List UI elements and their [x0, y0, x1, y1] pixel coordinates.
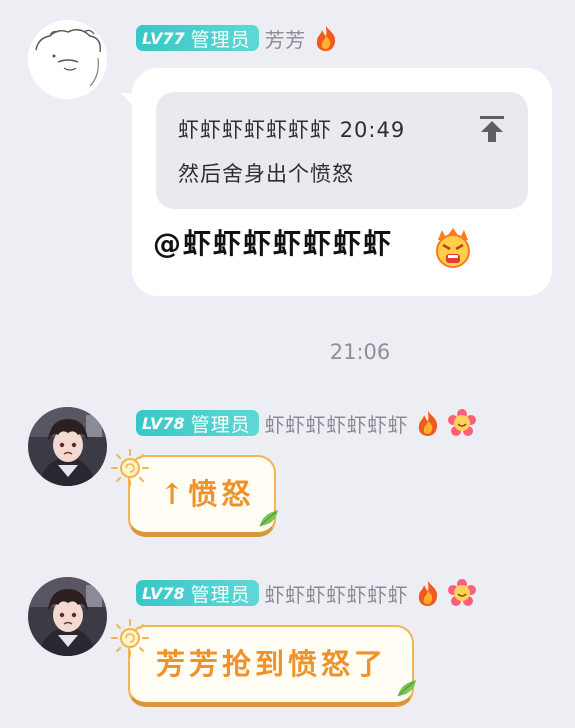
quoted-author: 虾虾虾虾虾虾虾	[178, 118, 332, 142]
quoted-text: 然后舍身出个愤怒	[178, 162, 354, 186]
fire-icon	[316, 26, 335, 51]
message-text: 芳芳抢到愤怒了	[156, 647, 388, 681]
avatar-xiaxia[interactable]	[28, 577, 107, 656]
level-label: LV78	[142, 583, 185, 603]
fancy-message-bubble[interactable]: ↑愤怒	[128, 455, 276, 537]
fire-icon	[419, 411, 438, 436]
chat-window: LV77 管理员 芳芳 虾虾虾虾虾虾虾 20:49 然后舍身出个愤怒 @虾虾虾虾…	[0, 0, 575, 728]
role-label: 管理员	[190, 413, 251, 436]
sun-icon	[111, 619, 149, 657]
sender-nickname[interactable]: 虾虾虾虾虾虾虾	[265, 579, 409, 608]
sun-icon	[111, 449, 149, 487]
level-badge: LV77 管理员	[136, 25, 259, 51]
sender-meta: LV78 管理员 虾虾虾虾虾虾虾	[136, 408, 477, 438]
sender-meta: LV78 管理员 虾虾虾虾虾虾虾	[136, 578, 477, 608]
quoted-header: 虾虾虾虾虾虾虾 20:49	[178, 114, 405, 144]
anime-boy-avatar-image	[28, 577, 107, 656]
sender-meta: LV77 管理员 芳芳	[136, 23, 340, 53]
mention-text: @虾虾虾虾虾虾虾	[153, 227, 394, 260]
level-badge: LV78 管理员	[136, 580, 259, 606]
quoted-message[interactable]: 虾虾虾虾虾虾虾 20:49 然后舍身出个愤怒	[156, 92, 528, 209]
level-label: LV78	[142, 413, 185, 433]
quoted-time: 20:49	[339, 118, 406, 142]
jump-to-original-icon[interactable]	[478, 114, 506, 144]
angry-face-emoji	[436, 228, 470, 268]
time-divider: 21:06	[329, 340, 391, 364]
leaf-icon	[397, 680, 416, 697]
message-text: ↑愤怒	[160, 477, 255, 511]
level-label: LV77	[142, 28, 185, 48]
fire-icon	[419, 581, 438, 606]
sender-nickname[interactable]: 芳芳	[265, 24, 306, 53]
role-label: 管理员	[190, 583, 251, 606]
anime-boy-avatar-image	[28, 407, 107, 486]
flower-icon	[448, 579, 477, 606]
leaf-icon	[259, 510, 278, 527]
role-label: 管理员	[190, 28, 251, 51]
avatar-fangfang[interactable]	[28, 20, 107, 99]
sender-nickname[interactable]: 虾虾虾虾虾虾虾	[265, 409, 409, 438]
fancy-message-bubble[interactable]: 芳芳抢到愤怒了	[128, 625, 414, 707]
flower-icon	[448, 409, 477, 436]
cat-sketch-avatar-image	[28, 20, 107, 99]
level-badge: LV78 管理员	[136, 410, 259, 436]
avatar-xiaxia[interactable]	[28, 407, 107, 486]
